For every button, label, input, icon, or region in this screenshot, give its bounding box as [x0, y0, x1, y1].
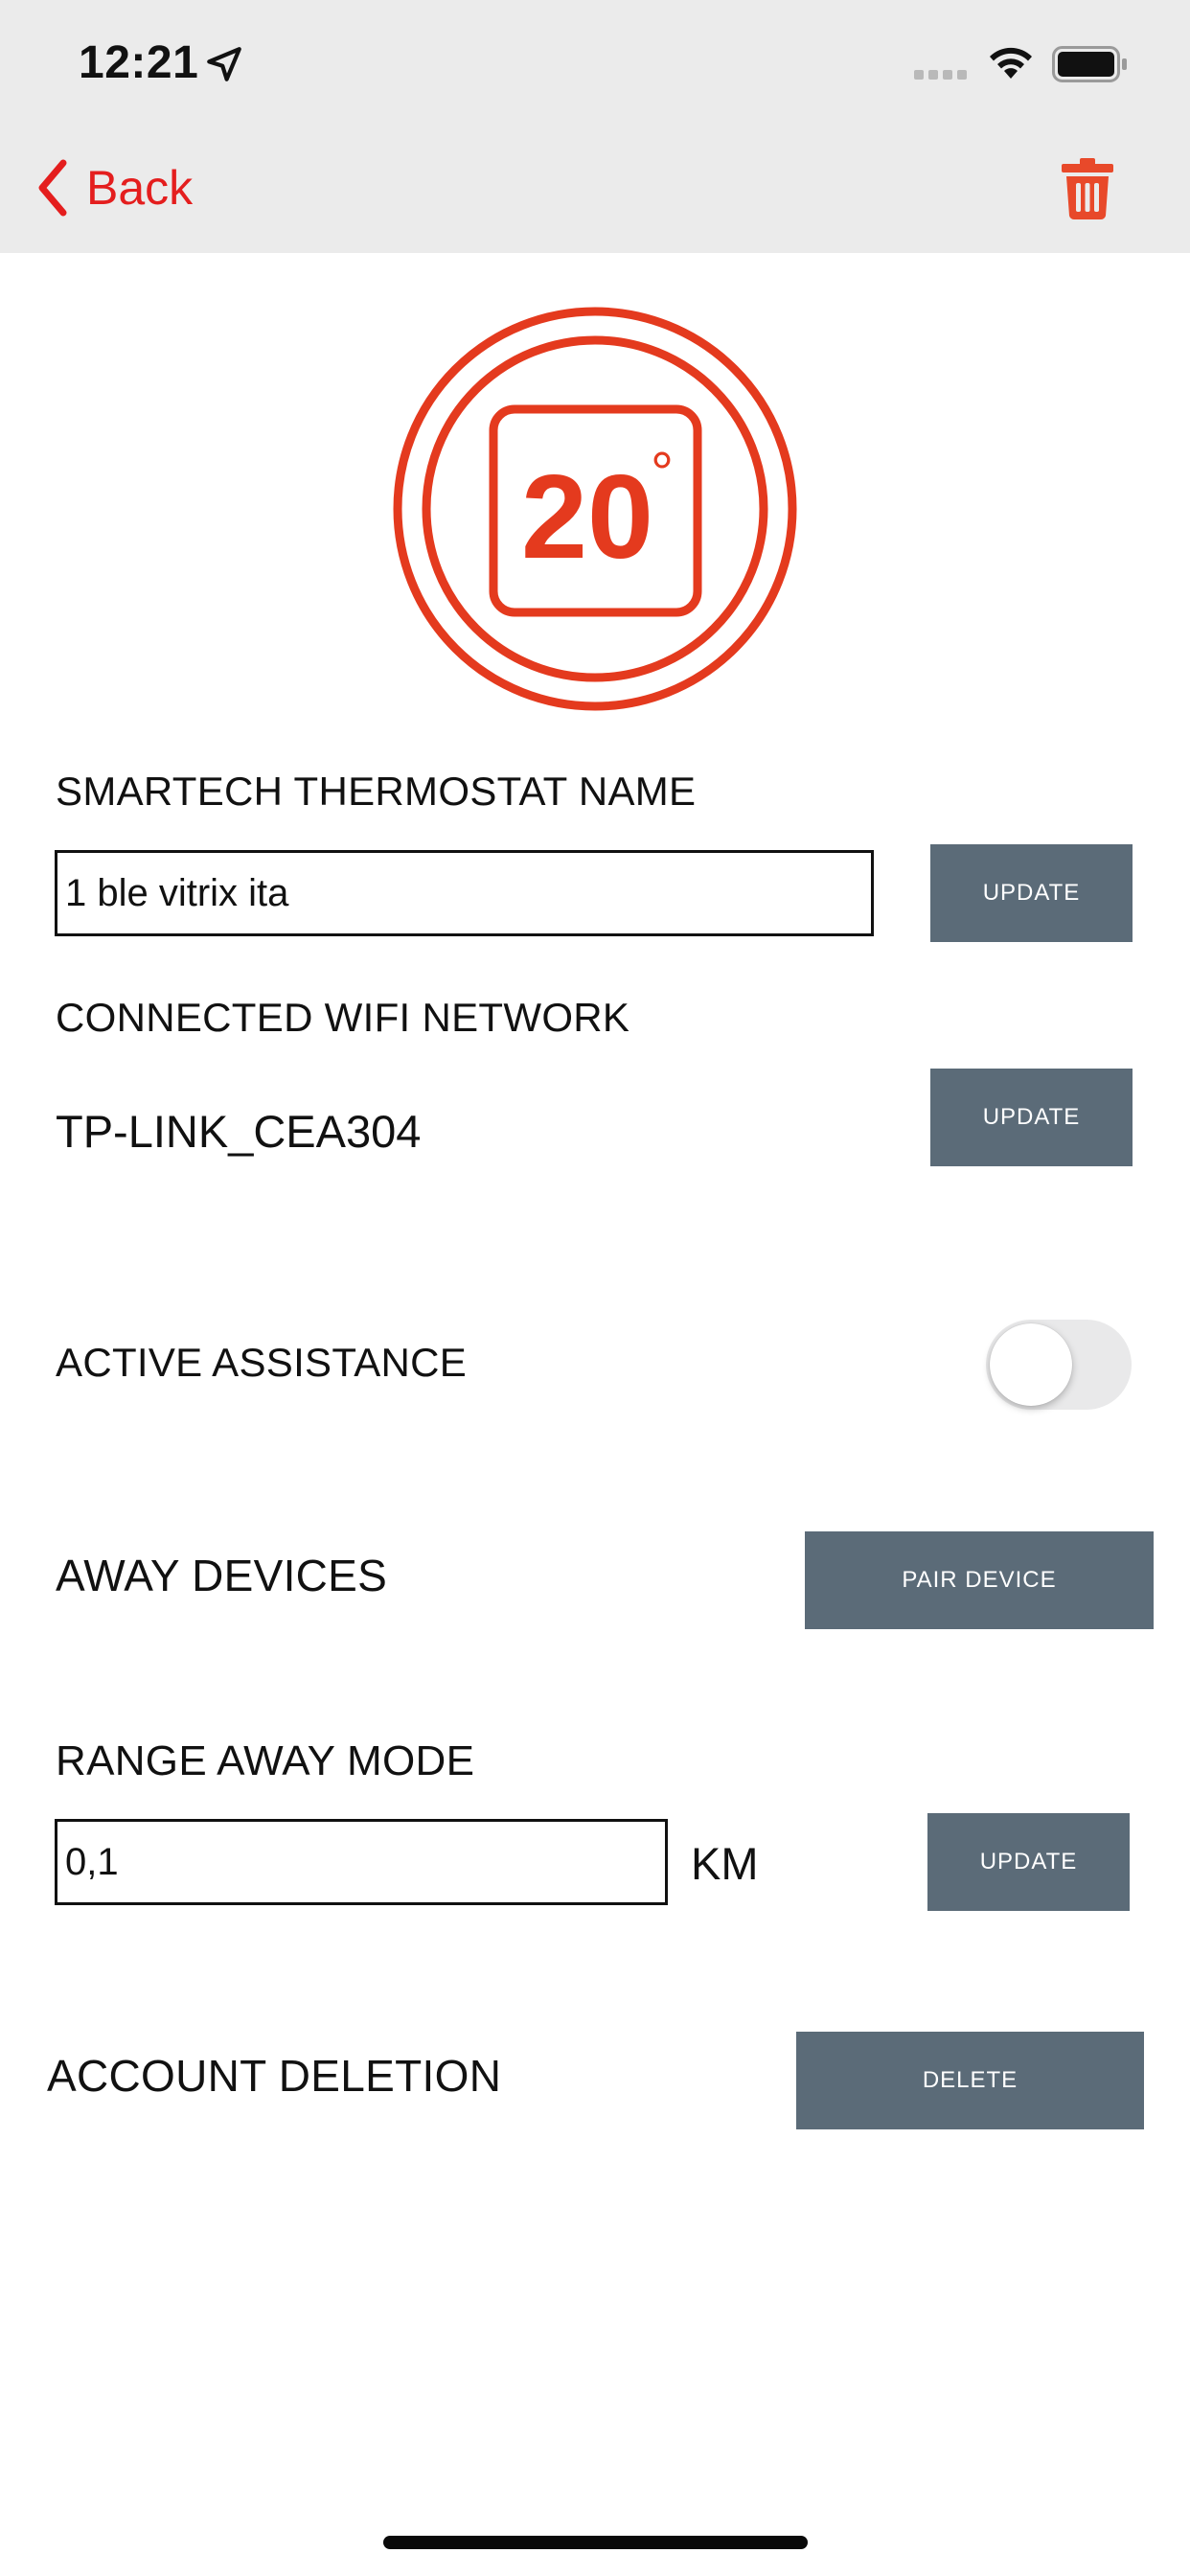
- thermostat-name-input[interactable]: [55, 850, 874, 936]
- update-range-button[interactable]: UPDATE: [927, 1813, 1130, 1911]
- location-arrow-icon: [207, 47, 241, 81]
- top-bar: 12:21 Back: [0, 0, 1190, 253]
- thermostat-degree: °: [651, 441, 674, 505]
- wifi-icon: [990, 47, 1032, 79]
- delete-account-button[interactable]: DELETE: [796, 2032, 1144, 2129]
- wifi-network-name: TP-LINK_CEA304: [56, 1106, 422, 1157]
- toggle-knob: [990, 1323, 1072, 1406]
- back-label: Back: [86, 161, 194, 215]
- update-name-button[interactable]: UPDATE: [930, 844, 1133, 942]
- thermostat-icon: 20 °: [391, 305, 799, 713]
- range-away-mode-label: RANGE AWAY MODE: [56, 1737, 475, 1784]
- thermostat-temperature: 20: [521, 451, 653, 584]
- account-deletion-label: ACCOUNT DELETION: [47, 2051, 502, 2101]
- range-unit: KM: [691, 1838, 759, 1889]
- signal-icon: [914, 70, 967, 80]
- back-button[interactable]: Back: [36, 153, 193, 222]
- chevron-left-icon: [38, 159, 67, 217]
- thermostat-name-label: SMARTECH THERMOSTAT NAME: [56, 769, 697, 814]
- battery-icon: [1052, 46, 1127, 82]
- status-time: 12:21: [79, 37, 199, 88]
- range-input[interactable]: [55, 1819, 668, 1905]
- active-assistance-toggle[interactable]: [986, 1320, 1132, 1410]
- pair-device-button[interactable]: PAIR DEVICE: [805, 1531, 1154, 1629]
- active-assistance-label: ACTIVE ASSISTANCE: [56, 1340, 468, 1385]
- away-devices-label: AWAY DEVICES: [56, 1551, 388, 1600]
- update-wifi-button[interactable]: UPDATE: [930, 1069, 1133, 1166]
- trash-icon[interactable]: [1059, 156, 1116, 221]
- wifi-label: CONNECTED WIFI NETWORK: [56, 995, 630, 1040]
- home-indicator: [383, 2536, 808, 2549]
